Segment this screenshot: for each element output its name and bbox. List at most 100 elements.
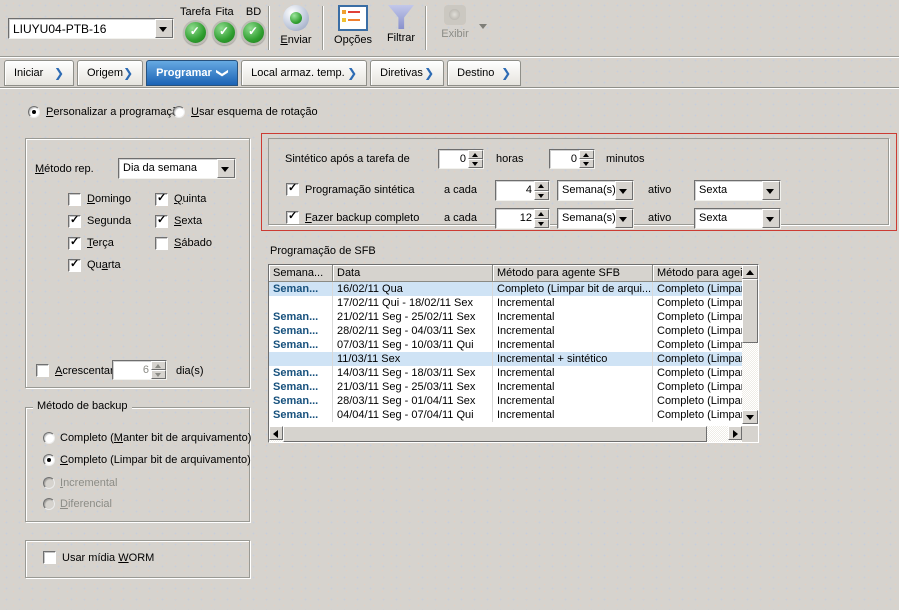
- cell-date: 14/03/11 Seg - 18/03/11 Sex: [333, 366, 493, 380]
- tab-iniciar[interactable]: Iniciar ❯❯: [4, 60, 74, 86]
- spin-down-icon[interactable]: [151, 370, 166, 379]
- checkbox-sexta-label[interactable]: Sexta: [174, 215, 202, 228]
- dropdown-icon[interactable]: [615, 209, 633, 228]
- table-row[interactable]: Seman...14/03/11 Seg - 18/03/11 SexIncre…: [269, 366, 742, 380]
- hours-spinner[interactable]: 0: [438, 149, 484, 169]
- table-row[interactable]: Seman...21/02/11 Seg - 25/02/11 SexIncre…: [269, 310, 742, 324]
- column-header-semana[interactable]: Semana...: [269, 265, 333, 282]
- minutes-spinner[interactable]: 0: [549, 149, 595, 169]
- tab-destino[interactable]: Destino ❯❯: [447, 60, 521, 86]
- checkbox-sexta[interactable]: [155, 215, 168, 228]
- table-row[interactable]: Seman...16/02/11 QuaCompleto (Limpar bit…: [269, 282, 742, 296]
- filter-funnel-icon: [388, 5, 414, 29]
- tab-programar[interactable]: Programar ❯❯: [146, 60, 238, 86]
- checkbox-domingo-label[interactable]: Domingo: [87, 193, 131, 206]
- column-header-metodo-agente[interactable]: Método para agei: [653, 265, 742, 282]
- checkbox-programacao-sintetica[interactable]: [286, 183, 299, 196]
- sintetica-unit-combobox[interactable]: Semana(s): [557, 180, 634, 201]
- horizontal-scrollbar-thumb[interactable]: [283, 426, 707, 442]
- completo-unit-combobox[interactable]: Semana(s): [557, 208, 634, 229]
- scroll-left-icon[interactable]: [269, 426, 283, 440]
- filtrar-button[interactable]: Filtrar: [378, 5, 424, 44]
- dropdown-icon[interactable]: [762, 209, 780, 228]
- completo-interval-spinner[interactable]: 12: [495, 208, 550, 229]
- scroll-up-icon[interactable]: [742, 265, 758, 279]
- spin-up-icon[interactable]: [534, 181, 549, 191]
- programacao-sintetica-label[interactable]: Programação sintética: [305, 184, 414, 197]
- checkbox-quarta-label[interactable]: Quarta: [87, 259, 121, 272]
- spin-up-icon[interactable]: [534, 209, 549, 219]
- cell-date: 16/02/11 Qua: [333, 282, 493, 296]
- tab-origem[interactable]: Origem ❯❯: [77, 60, 143, 86]
- tab-local-armaz-temp[interactable]: Local armaz. temp. ❯❯: [241, 60, 367, 86]
- checkbox-terca-label[interactable]: Terça: [87, 237, 114, 250]
- table-row[interactable]: Seman...21/03/11 Seg - 25/03/11 SexIncre…: [269, 380, 742, 394]
- view-icon: [444, 5, 466, 25]
- checkbox-quinta-label[interactable]: Quinta: [174, 193, 206, 206]
- table-row[interactable]: 17/02/11 Qui - 18/02/11 SexIncrementalCo…: [269, 296, 742, 310]
- radio-completo-manter[interactable]: [43, 432, 55, 444]
- radio-esquema-rotacao-label[interactable]: Usar esquema de rotação: [191, 106, 318, 119]
- dropdown-icon[interactable]: [762, 181, 780, 200]
- spin-down-icon[interactable]: [579, 159, 594, 168]
- column-header-data[interactable]: Data: [333, 265, 493, 282]
- completo-day-combobox[interactable]: Sexta: [694, 208, 781, 229]
- checkbox-segunda-label[interactable]: Segunda: [87, 215, 131, 228]
- checkbox-usar-midia-worm[interactable]: [43, 551, 56, 564]
- tab-diretivas[interactable]: Diretivas ❯❯: [370, 60, 444, 86]
- enviar-button[interactable]: Enviar: [272, 5, 320, 46]
- table-row[interactable]: Seman...28/02/11 Seg - 04/03/11 SexIncre…: [269, 324, 742, 338]
- acrescentar-label[interactable]: Acrescentar: [55, 365, 114, 378]
- scroll-right-icon[interactable]: [728, 426, 742, 440]
- job-selector-dropdown-icon[interactable]: [155, 19, 173, 38]
- toolbar-separator: [425, 6, 427, 50]
- radio-diferencial-label: Diferencial: [60, 498, 112, 511]
- status-tarefa: Tarefa: [180, 6, 211, 45]
- spin-up-icon[interactable]: [579, 150, 594, 159]
- table-row[interactable]: Seman...28/03/11 Seg - 01/04/11 SexIncre…: [269, 394, 742, 408]
- cell-method: Incremental: [493, 338, 653, 352]
- radio-completo-manter-label[interactable]: Completo (Manter bit de arquivamento): [60, 432, 251, 445]
- opcoes-button[interactable]: Opções: [328, 5, 378, 46]
- table-row[interactable]: Seman...07/03/11 Seg - 10/03/11 QuiIncre…: [269, 338, 742, 352]
- radio-completo-limpar-label[interactable]: Completo (Limpar bit de arquivamento): [60, 454, 251, 467]
- checkbox-acrescentar[interactable]: [36, 364, 49, 377]
- vertical-scrollbar-thumb[interactable]: [742, 279, 758, 343]
- acrescentar-days-spinner[interactable]: 6: [112, 360, 167, 380]
- checkbox-terca[interactable]: [68, 237, 81, 250]
- scroll-down-icon[interactable]: [742, 410, 758, 424]
- radio-completo-limpar[interactable]: [43, 454, 55, 466]
- dropdown-icon[interactable]: [615, 181, 633, 200]
- cell-week: Seman...: [269, 282, 333, 296]
- checkbox-sabado[interactable]: [155, 237, 168, 250]
- metodo-rep-dropdown-icon[interactable]: [217, 159, 235, 178]
- sintetica-interval-spinner[interactable]: 4: [495, 180, 550, 201]
- checkbox-domingo[interactable]: [68, 193, 81, 206]
- column-header-metodo-sfb[interactable]: Método para agente SFB: [493, 265, 653, 282]
- worm-label[interactable]: Usar mídia WORM: [62, 552, 154, 565]
- cell-date: 17/02/11 Qui - 18/02/11 Sex: [333, 296, 493, 310]
- sintetica-unit-value: Semana(s): [558, 181, 615, 200]
- spin-down-icon[interactable]: [534, 219, 549, 229]
- table-row[interactable]: Seman...04/04/11 Seg - 07/04/11 QuiIncre…: [269, 408, 742, 422]
- table-row[interactable]: 11/03/11 SexIncremental + sintéticoCompl…: [269, 352, 742, 366]
- cell-agent: Completo (Limpar: [653, 394, 742, 408]
- checkbox-quinta[interactable]: [155, 193, 168, 206]
- fazer-backup-completo-label[interactable]: Fazer backup completo: [305, 212, 419, 225]
- vertical-scrollbar[interactable]: [742, 265, 758, 424]
- spin-up-icon[interactable]: [151, 361, 166, 370]
- checkbox-fazer-backup-completo[interactable]: [286, 211, 299, 224]
- spin-down-icon[interactable]: [468, 159, 483, 168]
- checkbox-quarta[interactable]: [68, 259, 81, 272]
- metodo-rep-combobox[interactable]: Dia da semana: [118, 158, 236, 179]
- spin-up-icon[interactable]: [468, 150, 483, 159]
- radio-personalizar-label[interactable]: Personalizar a programação: [46, 106, 184, 119]
- horizontal-scrollbar[interactable]: [269, 426, 742, 442]
- checkbox-sabado-label[interactable]: Sábado: [174, 237, 212, 250]
- job-selector-combobox[interactable]: LIUYU04-PTB-16: [8, 18, 174, 39]
- checkbox-segunda[interactable]: [68, 215, 81, 228]
- spin-down-icon[interactable]: [534, 191, 549, 201]
- radio-esquema-rotacao[interactable]: [173, 106, 185, 118]
- radio-personalizar-programacao[interactable]: [28, 106, 40, 118]
- sintetica-day-combobox[interactable]: Sexta: [694, 180, 781, 201]
